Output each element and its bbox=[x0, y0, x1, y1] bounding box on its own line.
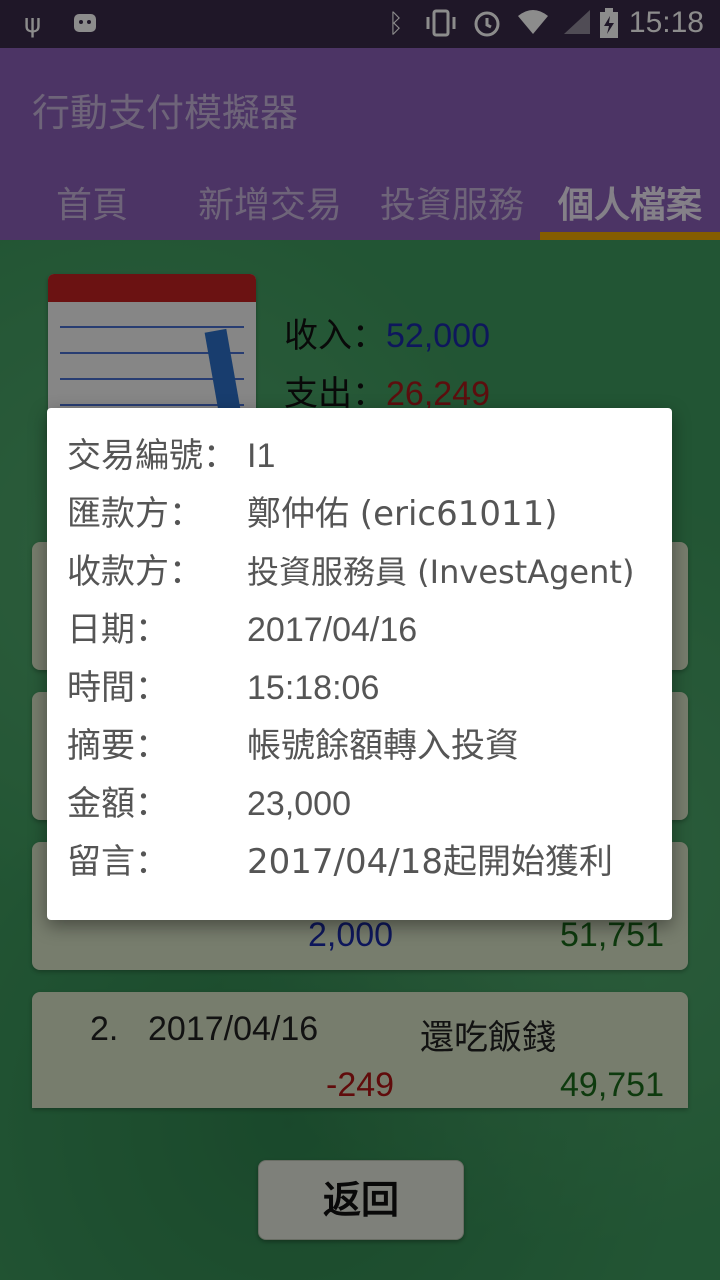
detail-key: 時間： bbox=[67, 668, 169, 708]
transaction-detail-dialog: 交易編號： I1 匯款方： 鄭仲佑 (eric61011) 收款方： 投資服務員… bbox=[47, 408, 672, 920]
detail-key: 日期： bbox=[67, 610, 169, 650]
detail-key: 交易編號： bbox=[67, 436, 237, 476]
detail-value: 15:18:06 bbox=[247, 669, 380, 707]
detail-value: I1 bbox=[247, 437, 276, 475]
detail-value: 鄭仲佑 (eric61011) bbox=[247, 494, 558, 534]
detail-value: 2017/04/18起開始獲利 bbox=[247, 842, 613, 882]
detail-value: 23,000 bbox=[247, 785, 351, 823]
detail-key: 匯款方： bbox=[67, 494, 203, 534]
detail-value: 投資服務員 (InvestAgent) bbox=[247, 553, 635, 591]
detail-key: 金額： bbox=[67, 784, 169, 824]
detail-key: 摘要： bbox=[67, 726, 169, 766]
detail-value: 帳號餘額轉入投資 bbox=[247, 726, 519, 766]
detail-key: 收款方： bbox=[67, 552, 203, 592]
detail-value: 2017/04/16 bbox=[247, 611, 418, 649]
detail-key: 留言： bbox=[67, 842, 169, 882]
